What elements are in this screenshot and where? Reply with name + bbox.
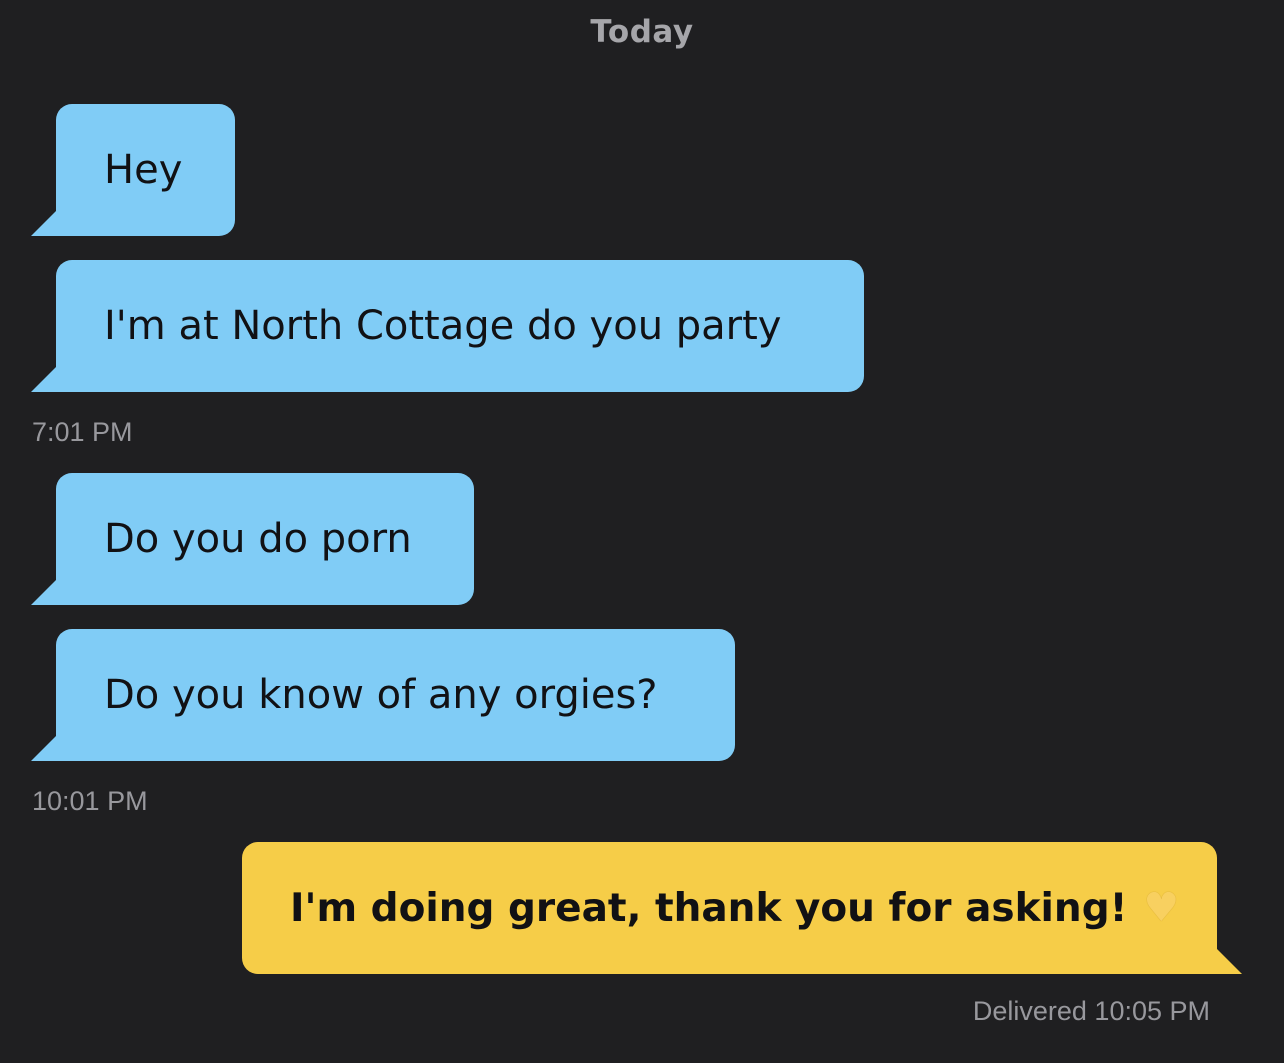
delivered-label: Delivered [972,996,1087,1026]
message-text: Do you do porn [104,516,412,562]
message-bubble-incoming[interactable]: Hey [31,104,235,236]
bubble-tail [31,211,56,236]
bubble-tail [31,736,56,761]
message-bubble-outgoing[interactable]: I'm doing great, thank you for asking! ♥ [242,842,1242,974]
delivery-status: Delivered 10:05 PM [973,996,1210,1027]
chat-screen: Today Hey I'm at North Cottage do you pa… [0,0,1284,1063]
message-text: I'm doing great, thank you for asking! [290,885,1128,931]
message-text: Hey [104,147,183,193]
message-timestamp: 7:01 PM [32,417,133,447]
bubble-tail [1217,949,1242,974]
date-header: Today [590,14,694,50]
message-text: I'm at North Cottage do you party [104,303,782,349]
message-timestamp: 10:01 PM [32,786,148,816]
delivered-time: 10:05 PM [1094,996,1210,1026]
message-bubble-incoming[interactable]: Do you know of any orgies? [31,629,735,761]
heart-icon: ♥ [1143,885,1180,931]
message-bubble-incoming[interactable]: Do you do porn [31,473,474,605]
message-text: Do you know of any orgies? [104,672,658,718]
bubble-tail [31,367,56,392]
message-bubble-incoming[interactable]: I'm at North Cottage do you party [31,260,864,392]
bubble-tail [31,580,56,605]
